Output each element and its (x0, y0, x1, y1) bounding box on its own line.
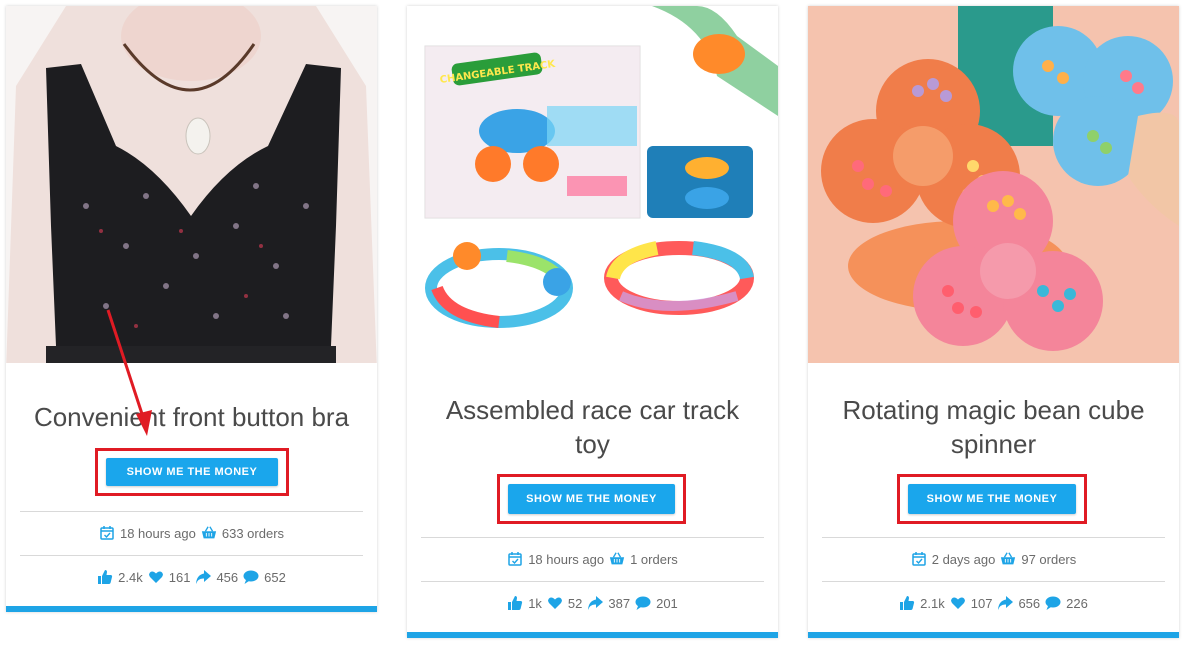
basket-icon (609, 551, 625, 567)
show-me-the-money-button[interactable]: SHOW ME THE MONEY (508, 484, 675, 514)
shares-count: 656 (1018, 595, 1041, 611)
comment-icon[interactable] (243, 569, 259, 585)
thumbs-up-icon[interactable] (97, 569, 113, 585)
comments-count: 652 (264, 569, 286, 585)
highlight-box: SHOW ME THE MONEY (497, 474, 686, 524)
divider (421, 537, 764, 538)
shares-count: 387 (608, 595, 631, 611)
divider (421, 581, 764, 582)
hearts-count: 52 (567, 595, 583, 611)
posted-time: 18 hours ago (119, 525, 196, 541)
product-card-2: CHANGEABLE TRACK Assembled race car trac… (407, 6, 778, 638)
heart-icon[interactable] (148, 569, 164, 585)
divider (822, 537, 1165, 538)
likes-count: 2.4k (118, 569, 143, 585)
orders-count: 633 orders (221, 525, 285, 541)
show-me-the-money-button[interactable]: SHOW ME THE MONEY (106, 458, 278, 486)
calendar-icon (99, 525, 115, 541)
comments-count: 201 (656, 595, 678, 611)
product-image[interactable] (808, 6, 1179, 363)
posted-time: 18 hours ago (528, 551, 605, 567)
comment-icon[interactable] (635, 595, 651, 611)
comment-icon[interactable] (1045, 595, 1061, 611)
product-title: Rotating magic bean cube spinner (842, 395, 1145, 459)
share-icon[interactable] (997, 595, 1014, 611)
card-stats: 1k 52 387 201 (407, 595, 778, 611)
product-card-1: Convenient front button bra SHOW ME THE … (6, 6, 377, 612)
card-meta: 2 days ago 97 orders (808, 551, 1179, 567)
hearts-count: 161 (168, 569, 191, 585)
highlight-box: SHOW ME THE MONEY (897, 474, 1087, 524)
basket-icon (201, 525, 217, 541)
posted-time: 2 days ago (931, 551, 996, 567)
thumbs-up-icon[interactable] (507, 595, 523, 611)
card-stats: 2.4k 161 456 652 (6, 569, 377, 585)
card-meta: 18 hours ago 633 orders (6, 525, 377, 541)
likes-count: 2.1k (920, 595, 945, 611)
heart-icon[interactable] (950, 595, 966, 611)
shares-count: 456 (216, 569, 239, 585)
hearts-count: 107 (970, 595, 993, 611)
divider (20, 511, 363, 512)
share-icon[interactable] (587, 595, 604, 611)
card-stats: 2.1k 107 656 226 (808, 595, 1179, 611)
annotation-arrow (106, 309, 152, 436)
product-image[interactable] (6, 6, 377, 363)
product-title: Assembled race car track toy (445, 395, 740, 459)
heart-icon[interactable] (547, 595, 563, 611)
product-image[interactable]: CHANGEABLE TRACK (407, 6, 778, 363)
basket-icon (1000, 551, 1016, 567)
comments-count: 226 (1066, 595, 1088, 611)
product-card-3: Rotating magic bean cube spinner SHOW ME… (808, 6, 1179, 638)
calendar-icon (911, 551, 927, 567)
thumbs-up-icon[interactable] (899, 595, 915, 611)
orders-count: 97 orders (1021, 551, 1077, 567)
divider (822, 581, 1165, 582)
orders-count: 1 orders (630, 551, 678, 567)
card-meta: 18 hours ago 1 orders (407, 551, 778, 567)
likes-count: 1k (528, 595, 542, 611)
share-icon[interactable] (195, 569, 212, 585)
highlight-box: SHOW ME THE MONEY (95, 448, 289, 496)
divider (20, 555, 363, 556)
calendar-icon (507, 551, 523, 567)
product-title: Convenient front button bra (33, 402, 350, 432)
show-me-the-money-button[interactable]: SHOW ME THE MONEY (908, 484, 1076, 514)
